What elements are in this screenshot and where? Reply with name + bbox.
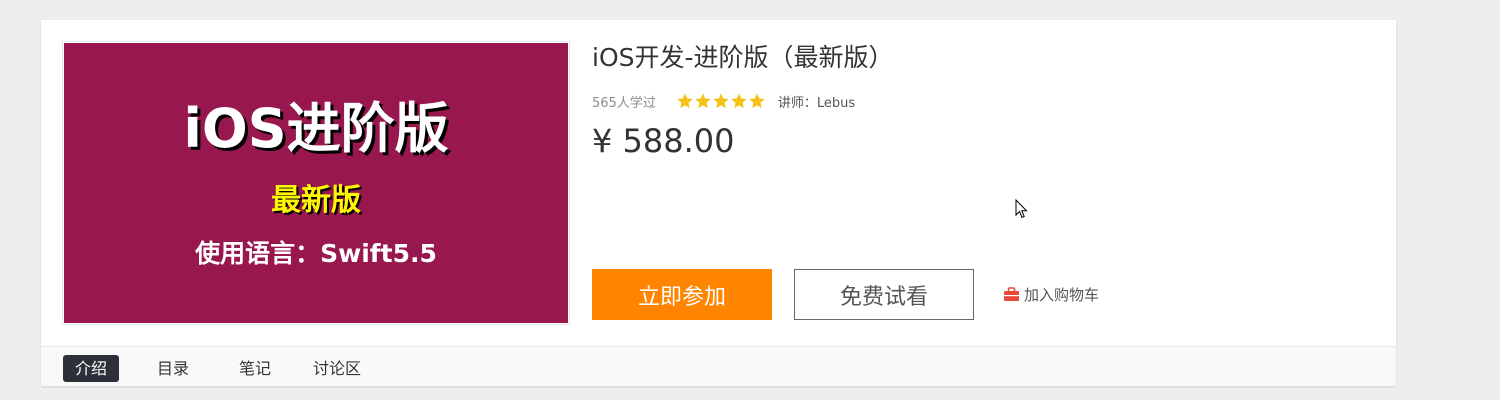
shopping-basket-icon [1004,286,1019,301]
add-to-cart-link[interactable]: 加入购物车 [1003,284,1099,304]
star-icon [731,93,747,109]
tab-intro[interactable]: 介绍 [63,355,119,382]
course-meta: 565人学过 讲师：Lebus [592,92,855,111]
cover-title: iOS进阶版 [183,97,449,160]
course-card: iOS进阶版 最新版 使用语言：Swift5.5 iOS开发-进阶版（最新版） … [41,20,1396,386]
star-icon [749,93,765,109]
rating-stars [676,92,766,110]
course-title: iOS开发-进阶版（最新版） [592,43,894,72]
learner-count: 565人学过 [592,95,656,111]
star-icon [677,93,693,109]
course-cover-image[interactable]: iOS进阶版 最新版 使用语言：Swift5.5 [62,41,570,325]
cover-language-line: 使用语言：Swift5.5 [195,239,437,268]
star-icon [713,93,729,109]
free-trial-button[interactable]: 免费试看 [794,269,974,320]
cover-badge: 最新版 [271,183,361,218]
course-price: ¥ 588.00 [592,122,735,160]
teacher-name[interactable]: 讲师：Lebus [778,92,855,111]
cover-artwork: iOS进阶版 最新版 使用语言：Swift5.5 [64,43,568,323]
mouse-pointer-icon [1015,199,1028,219]
join-button[interactable]: 立即参加 [592,269,772,320]
add-to-cart-label: 加入购物车 [1024,285,1100,304]
star-icon [695,93,711,109]
tab-catalog[interactable]: 目录 [151,355,195,382]
course-tab-bar: 介绍 目录 笔记 讨论区 [41,346,1396,386]
tab-discussion[interactable]: 讨论区 [309,355,365,382]
tab-notes[interactable]: 笔记 [233,355,277,382]
